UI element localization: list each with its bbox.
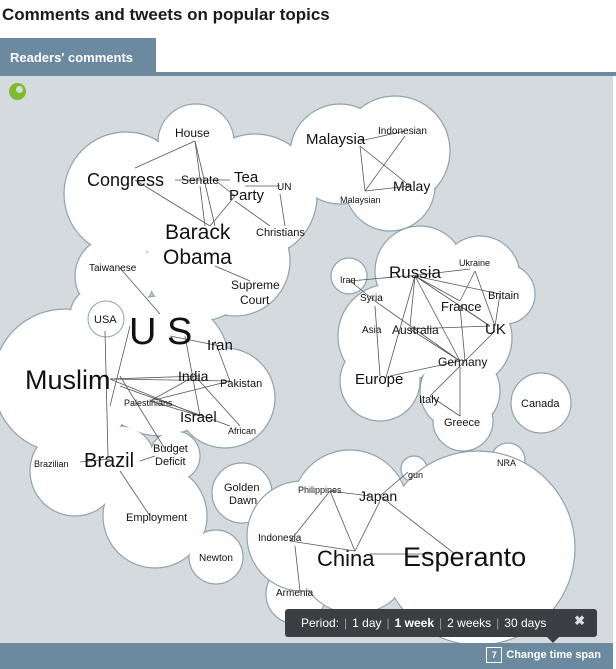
period-option-1-day[interactable]: 1 day xyxy=(352,616,381,630)
topic-label-usa[interactable]: USA xyxy=(94,314,117,326)
topic-label-congress[interactable]: Congress xyxy=(87,170,164,190)
topic-label-china[interactable]: China xyxy=(317,546,375,571)
topic-label-dawn[interactable]: Dawn xyxy=(229,495,257,507)
topic-label-taiwanese[interactable]: Taiwanese xyxy=(89,263,137,274)
topic-label-employment[interactable]: Employment xyxy=(126,512,187,524)
topic-label-golden[interactable]: Golden xyxy=(224,482,259,494)
topic-label-budget[interactable]: Budget xyxy=(153,443,188,455)
topic-label-muslim[interactable]: Muslim xyxy=(25,365,111,395)
topic-label-nra[interactable]: NRA xyxy=(497,458,516,468)
topic-label-pakistan[interactable]: Pakistan xyxy=(220,378,262,390)
topic-label-armenia[interactable]: Armenia xyxy=(276,588,314,599)
change-time-span-button[interactable]: 7 Change time span xyxy=(486,647,601,663)
period-option-2-weeks[interactable]: 2 weeks xyxy=(447,616,491,630)
topic-bubble-panel: House Congress Senate Tea Party UN Barac… xyxy=(0,76,613,643)
close-icon[interactable]: ✖ xyxy=(574,613,585,629)
topic-label-indonesian[interactable]: Indonesian xyxy=(378,126,427,137)
topic-label-senate[interactable]: Senate xyxy=(181,173,219,187)
topic-label-europe[interactable]: Europe xyxy=(355,371,403,388)
topic-label-malay[interactable]: Malay xyxy=(393,178,430,194)
topic-label-australia[interactable]: Australia xyxy=(392,323,439,337)
topic-label-barack[interactable]: Barack xyxy=(165,221,231,244)
topic-label-tea[interactable]: Tea xyxy=(234,169,259,186)
topic-label-brazilian[interactable]: Brazilian xyxy=(34,459,69,469)
topic-label-court[interactable]: Court xyxy=(240,293,270,307)
topic-label-philippines[interactable]: Philippines xyxy=(298,485,342,495)
topic-label-japan[interactable]: Japan xyxy=(359,488,397,504)
topic-label-brazil[interactable]: Brazil xyxy=(84,450,134,472)
topic-label-canada[interactable]: Canada xyxy=(521,398,560,410)
topic-label-esperanto[interactable]: Esperanto xyxy=(403,542,526,572)
bubble-interior xyxy=(176,349,274,447)
topic-label-malaysian[interactable]: Malaysian xyxy=(340,195,381,205)
topic-label-deficit[interactable]: Deficit xyxy=(155,456,186,468)
topic-label-russia[interactable]: Russia xyxy=(389,263,442,282)
topic-label-palestinians[interactable]: Palestinians xyxy=(124,398,173,408)
topic-label-britain[interactable]: Britain xyxy=(488,290,519,302)
topic-label-ukraine[interactable]: Ukraine xyxy=(459,258,490,268)
topic-label-supreme[interactable]: Supreme xyxy=(231,278,280,292)
topic-label-un[interactable]: UN xyxy=(277,182,291,193)
topic-label-italy[interactable]: Italy xyxy=(419,394,440,406)
divider: | xyxy=(344,616,348,630)
topic-label-us[interactable]: U S xyxy=(129,311,192,353)
period-selector: Period: | 1 day | 1 week | 2 weeks | 30 … xyxy=(285,609,597,643)
topic-label-indonesia[interactable]: Indonesia xyxy=(258,533,302,544)
topic-label-house[interactable]: House xyxy=(175,126,210,140)
topic-bubble-map: House Congress Senate Tea Party UN Barac… xyxy=(0,95,576,643)
tab-bar: Readers' comments xyxy=(0,38,616,76)
topic-label-india[interactable]: India xyxy=(178,368,209,384)
topic-label-party[interactable]: Party xyxy=(229,187,265,204)
bottom-bar: 7 Change time span xyxy=(0,643,613,669)
topic-label-uk[interactable]: UK xyxy=(485,321,506,338)
divider: | xyxy=(386,616,390,630)
topic-label-germany[interactable]: Germany xyxy=(438,355,487,369)
topic-label-malaysia[interactable]: Malaysia xyxy=(306,131,366,148)
period-option-30-days[interactable]: 30 days xyxy=(504,616,546,630)
brand-logo-icon xyxy=(9,83,26,100)
period-option-1-week[interactable]: 1 week xyxy=(395,616,434,630)
topic-label-asia[interactable]: Asia xyxy=(362,325,382,336)
tab-readers-comments[interactable]: Readers' comments xyxy=(0,38,156,72)
topic-label-iran[interactable]: Iran xyxy=(207,337,233,354)
topic-label-gun[interactable]: gun xyxy=(408,470,423,480)
divider: | xyxy=(439,616,443,630)
topic-label-syria[interactable]: Syria xyxy=(360,293,383,304)
period-label: Period: xyxy=(301,616,340,630)
topic-label-obama[interactable]: Obama xyxy=(163,246,232,269)
topic-label-iraq[interactable]: Iraq xyxy=(340,275,356,285)
calendar-icon: 7 xyxy=(486,647,503,663)
page-title: Comments and tweets on popular topics xyxy=(2,5,330,24)
topic-label-african[interactable]: African xyxy=(228,426,256,436)
topic-label-france[interactable]: France xyxy=(441,299,481,314)
topic-label-christians[interactable]: Christians xyxy=(256,227,305,239)
divider: | xyxy=(496,616,500,630)
topic-label-greece[interactable]: Greece xyxy=(444,417,480,429)
topic-label-newton[interactable]: Newton xyxy=(199,553,233,564)
topic-label-israel[interactable]: Israel xyxy=(180,409,217,426)
change-time-span-label: Change time span xyxy=(506,649,601,661)
